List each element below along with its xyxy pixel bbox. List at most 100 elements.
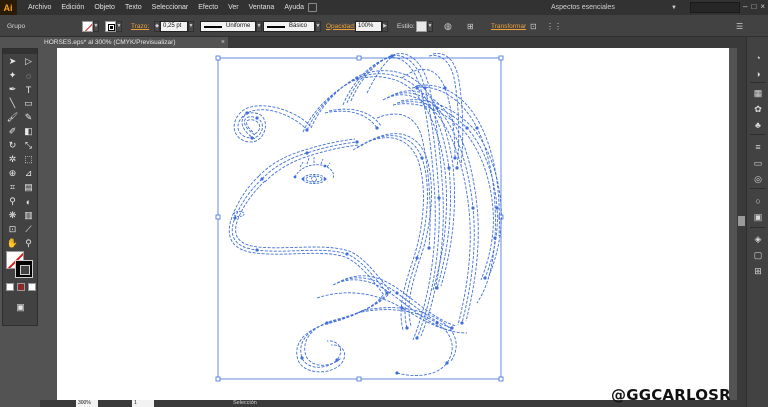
- blob-brush-icon[interactable]: ✐: [6, 125, 19, 138]
- appearance-icon[interactable]: ○: [752, 195, 764, 207]
- menu-archivo[interactable]: Archivo: [23, 0, 56, 15]
- gradient-panel-icon[interactable]: ▭: [752, 157, 764, 169]
- blend-icon[interactable]: ◐: [22, 195, 35, 208]
- vertical-scrollbar[interactable]: [737, 48, 746, 400]
- transparency-icon[interactable]: ◎: [752, 173, 764, 185]
- isolate-group-icon[interactable]: ⊡: [530, 22, 537, 31]
- stroke-icon[interactable]: ≡: [752, 141, 764, 153]
- perspective-grid-icon[interactable]: ⊿: [22, 167, 35, 180]
- color-mode-icon[interactable]: [6, 283, 14, 291]
- control-panel-menu-icon[interactable]: ☰: [736, 22, 743, 31]
- gradient-icon[interactable]: ▤: [22, 181, 35, 194]
- eyedropper-icon[interactable]: ⚲: [6, 195, 19, 208]
- current-tool-status[interactable]: Selección: [233, 400, 257, 407]
- menu-bar: Ai Archivo Edición Objeto Texto Seleccio…: [0, 0, 768, 15]
- stroke-weight-dropdown-icon[interactable]: ▼: [188, 20, 194, 32]
- eraser-icon[interactable]: ◧: [22, 125, 35, 138]
- watermark-text: @GGCARLOSR: [611, 386, 731, 404]
- menu-edicion[interactable]: Edición: [56, 0, 89, 15]
- close-tab-icon[interactable]: ×: [221, 39, 225, 46]
- menu-texto[interactable]: Texto: [120, 0, 147, 15]
- tools-panel: ➤ ▷ ✦ ◌ ✒ T ╲ ▭ 🖌 ✎ ✐ ◧ ↻ ⤡ ✲ ⬚ ⊕ ⊿ ⌗ ▤ …: [2, 48, 38, 326]
- minimize-icon[interactable]: –: [743, 2, 747, 11]
- zoom-field[interactable]: 300%: [76, 400, 98, 407]
- vertical-scroll-thumb[interactable]: [738, 216, 745, 226]
- fill-swatch[interactable]: [82, 20, 93, 32]
- layers-icon[interactable]: ◈: [752, 233, 764, 245]
- stroke-color-box[interactable]: [15, 260, 33, 278]
- rotate-icon[interactable]: ↻: [6, 139, 19, 152]
- brush-definition[interactable]: Básico: [263, 20, 315, 32]
- rectangle-icon[interactable]: ▭: [22, 97, 35, 110]
- artboards-panel-icon[interactable]: ▢: [752, 249, 764, 261]
- free-transform-icon[interactable]: ⬚: [22, 153, 35, 166]
- opacity-link[interactable]: Opacidad:: [326, 23, 356, 30]
- artboard[interactable]: [57, 48, 729, 400]
- transform-link[interactable]: Transformar: [491, 23, 526, 30]
- stroke-weight-field[interactable]: 0,25 pt: [160, 20, 188, 32]
- type-icon[interactable]: T: [22, 83, 35, 96]
- align-icon[interactable]: ⊞: [467, 22, 474, 31]
- color-panel-icon[interactable]: ◔: [752, 52, 764, 64]
- graph-icon[interactable]: ▥: [22, 209, 35, 222]
- graphic-styles-icon[interactable]: ▣: [752, 211, 764, 223]
- horse-artwork[interactable]: [57, 48, 729, 400]
- menu-ayuda[interactable]: Ayuda: [279, 0, 309, 15]
- pen-icon[interactable]: ✒: [6, 83, 19, 96]
- neck-strands: [296, 275, 468, 376]
- line-icon[interactable]: ╲: [6, 97, 19, 110]
- opacity-dropdown-icon[interactable]: ▶: [382, 20, 388, 32]
- close-icon[interactable]: ×: [760, 2, 765, 11]
- swatches-icon[interactable]: ▦: [752, 87, 764, 99]
- links-icon[interactable]: ⊞: [752, 265, 764, 277]
- opacity-field[interactable]: 100%: [355, 20, 382, 32]
- shape-builder-icon[interactable]: ⊕: [6, 167, 19, 180]
- help-search-input[interactable]: [690, 2, 740, 13]
- slice-icon[interactable]: ⟋: [22, 223, 35, 236]
- artboard-number-field[interactable]: 1: [132, 400, 154, 407]
- screen-mode-icon[interactable]: ▣: [14, 301, 27, 314]
- none-mode-icon[interactable]: [28, 283, 36, 291]
- workspace-switcher[interactable]: Aspectos esenciales ▼: [551, 2, 681, 13]
- direct-selection-icon[interactable]: ▷: [22, 55, 35, 68]
- variable-width-profile[interactable]: Uniforme: [200, 20, 256, 32]
- artboard-icon[interactable]: ⊡: [6, 223, 19, 236]
- symbols-icon[interactable]: ♣: [752, 119, 764, 131]
- gradient-mode-icon[interactable]: [17, 283, 25, 291]
- brushes-icon[interactable]: ✿: [752, 103, 764, 115]
- tools-panel-header[interactable]: [3, 49, 37, 54]
- recolor-artwork-icon[interactable]: ◍: [444, 21, 452, 32]
- head-outline: [228, 138, 391, 296]
- hand-icon[interactable]: ✋: [6, 237, 19, 250]
- profile-dropdown-icon[interactable]: ▼: [256, 20, 262, 32]
- lasso-icon[interactable]: ◌: [22, 69, 35, 82]
- brush-dropdown-icon[interactable]: ▼: [315, 20, 321, 32]
- magic-wand-icon[interactable]: ✦: [6, 69, 19, 82]
- scale-icon[interactable]: ⤡: [22, 139, 35, 152]
- selection-icon[interactable]: ➤: [6, 55, 19, 68]
- menu-seleccionar[interactable]: Seleccionar: [147, 0, 194, 15]
- maximize-icon[interactable]: □: [751, 2, 756, 11]
- canvas-area[interactable]: [40, 48, 746, 400]
- document-tab[interactable]: HORSES.eps* al 300% (CMYK/Previsualizar)…: [40, 37, 228, 48]
- menu-ver[interactable]: Ver: [223, 0, 244, 15]
- color-guide-icon[interactable]: ◑: [752, 68, 764, 80]
- bridge-icon[interactable]: [308, 3, 317, 12]
- style-dropdown-icon[interactable]: ▼: [427, 20, 433, 32]
- zoom-icon[interactable]: ⚲: [22, 237, 35, 250]
- menu-efecto[interactable]: Efecto: [193, 0, 223, 15]
- symbol-sprayer-icon[interactable]: ❋: [6, 209, 19, 222]
- paintbrush-icon[interactable]: 🖌: [6, 111, 19, 124]
- warp-icon[interactable]: ✲: [6, 153, 19, 166]
- stroke-panel-link[interactable]: Trazo:: [131, 23, 149, 30]
- menu-ventana[interactable]: Ventana: [244, 0, 280, 15]
- graphic-style-swatch[interactable]: [416, 20, 427, 32]
- document-tab-row: HORSES.eps* al 300% (CMYK/Previsualizar)…: [40, 37, 746, 48]
- stroke-swatch[interactable]: [105, 20, 116, 32]
- expand-icon[interactable]: ⋮⋮: [546, 22, 562, 31]
- mesh-icon[interactable]: ⌗: [6, 181, 19, 194]
- pencil-icon[interactable]: ✎: [22, 111, 35, 124]
- menu-objeto[interactable]: Objeto: [89, 0, 120, 15]
- fill-dropdown-icon[interactable]: ▼: [93, 20, 99, 32]
- stroke-dropdown-icon[interactable]: ▼: [116, 20, 122, 32]
